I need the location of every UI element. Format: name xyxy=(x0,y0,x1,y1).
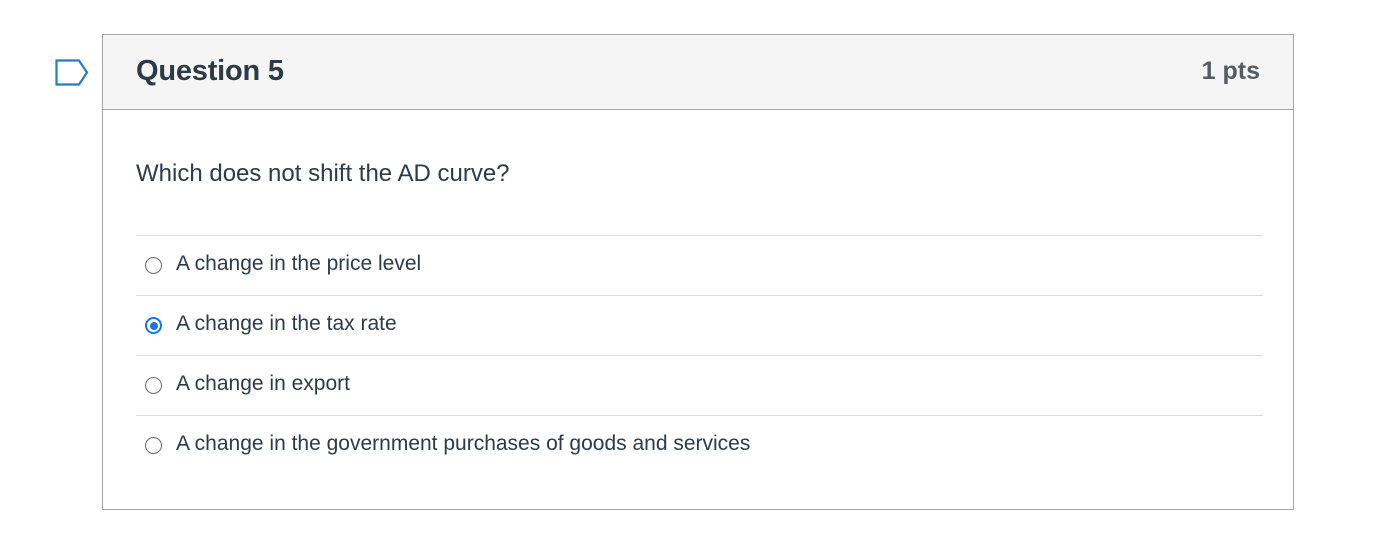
answer-label[interactable]: A change in the tax rate xyxy=(176,312,397,336)
answer-option[interactable]: A change in the price level xyxy=(136,236,1263,296)
answer-list: A change in the price level A change in … xyxy=(136,235,1263,476)
answer-label[interactable]: A change in the government purchases of … xyxy=(176,432,750,456)
answer-option[interactable]: A change in the tax rate xyxy=(136,296,1263,356)
answer-label[interactable]: A change in the price level xyxy=(176,252,421,276)
radio-button[interactable] xyxy=(145,377,162,394)
answer-label[interactable]: A change in export xyxy=(176,372,350,396)
question-header: Question 5 1 pts xyxy=(103,35,1293,110)
radio-button[interactable] xyxy=(145,437,162,454)
answer-option[interactable]: A change in the government purchases of … xyxy=(136,416,1263,476)
question-text: Which does not shift the AD curve? xyxy=(136,160,510,187)
radio-button[interactable] xyxy=(145,257,162,274)
answer-option[interactable]: A change in export xyxy=(136,356,1263,416)
question-card: Question 5 1 pts Which does not shift th… xyxy=(102,34,1294,510)
flag-question-icon[interactable] xyxy=(55,59,91,87)
question-points: 1 pts xyxy=(1201,57,1260,85)
radio-button[interactable] xyxy=(145,317,162,334)
question-title: Question 5 xyxy=(136,55,284,87)
